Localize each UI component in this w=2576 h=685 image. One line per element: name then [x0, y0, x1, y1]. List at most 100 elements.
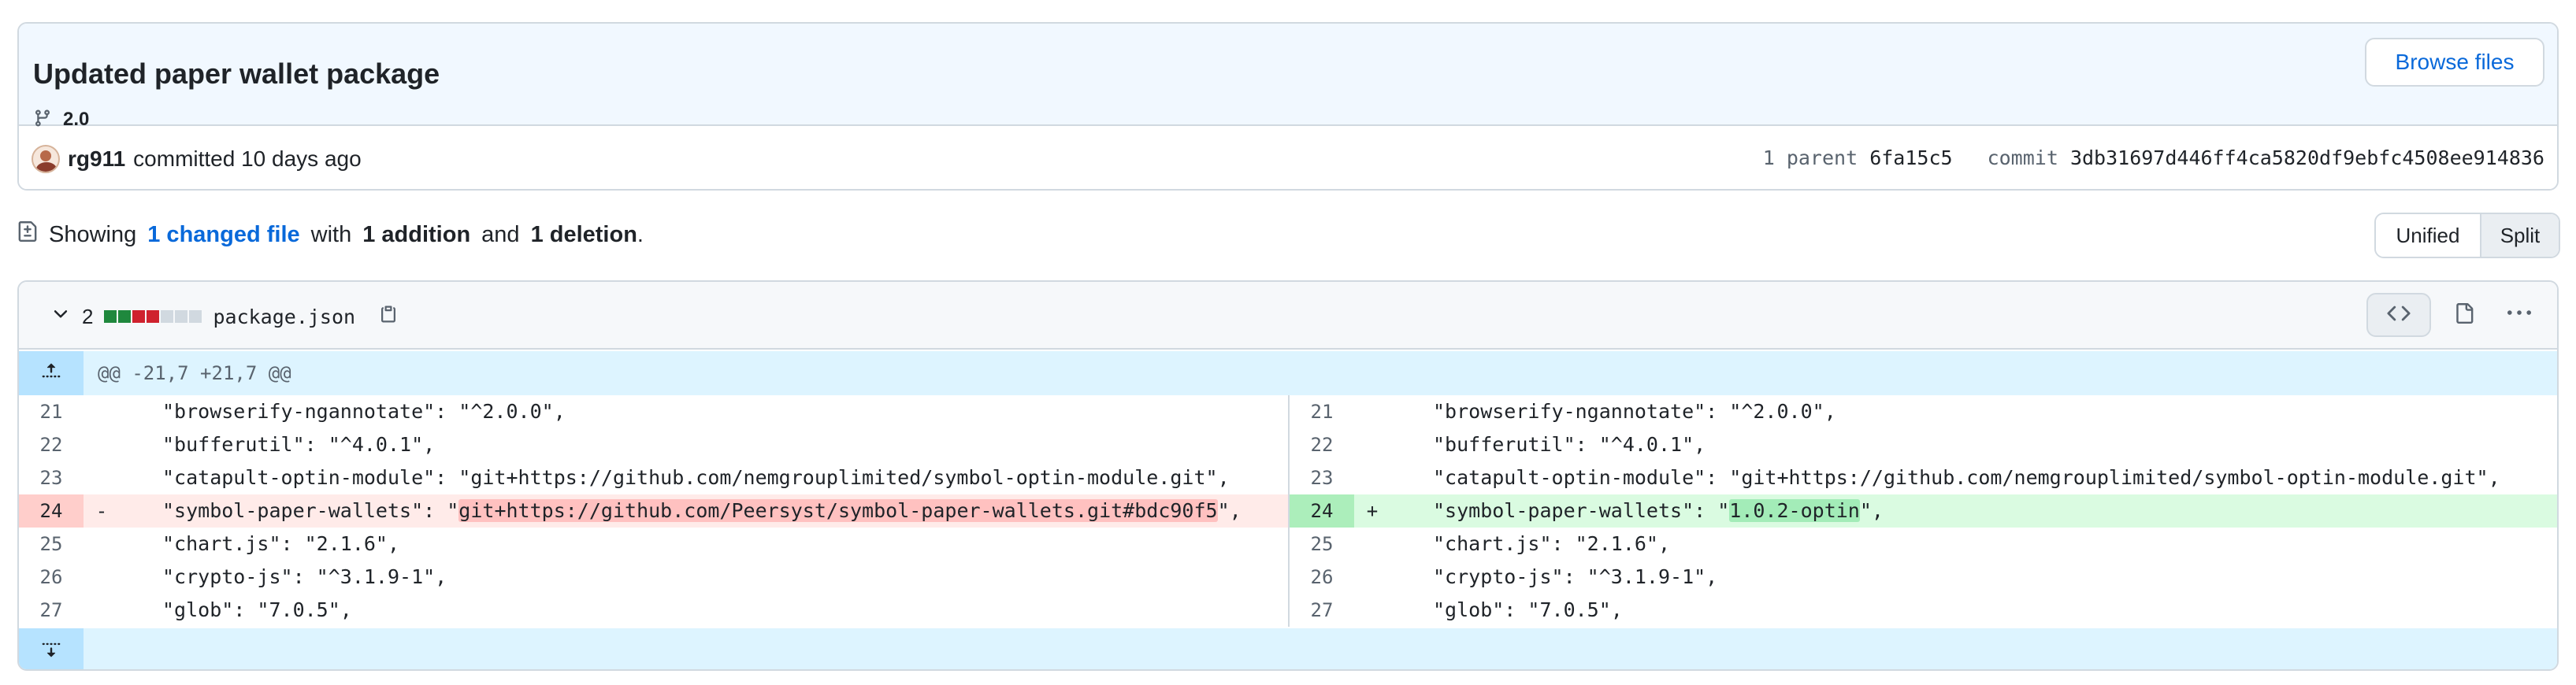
stats-showing: Showing: [49, 221, 137, 247]
browse-files-button[interactable]: Browse files: [2365, 38, 2544, 87]
fold-down-icon: [41, 639, 61, 663]
parent-info: 1 parent 6fa15c5: [1763, 146, 1953, 169]
line-number[interactable]: 22: [19, 428, 84, 461]
right-line: 27 "glob": "7.0.5",: [1288, 594, 2557, 627]
right-line: 26 "crypto-js": "^3.1.9-1",: [1288, 561, 2557, 594]
diff-row: 22 "bufferutil": "^4.0.1", 22 "bufferuti…: [19, 428, 2557, 461]
commit-sha: 3db31697d446ff4ca5820df9ebfc4508ee914836: [2069, 146, 2544, 169]
copy-icon[interactable]: [379, 304, 398, 330]
code-line: "catapult-optin-module": "git+https://gi…: [1433, 466, 2500, 489]
line-sign: [84, 461, 120, 494]
line-sign: [1354, 528, 1390, 561]
parent-sha-link[interactable]: 6fa15c5: [1869, 146, 1952, 169]
code-line: "symbol-paper-wallets": "1.0.2-optin",: [1390, 494, 1884, 528]
right-line: 23 "catapult-optin-module": "git+https:/…: [1288, 461, 2557, 494]
code-line: "chart.js": "2.1.6",: [162, 532, 400, 555]
code-line: "bufferutil": "^4.0.1",: [1433, 433, 1706, 456]
line-sign: [84, 561, 120, 594]
committed-time: committed 10 days ago: [133, 146, 362, 171]
commit-info: commit 3db31697d446ff4ca5820df9ebfc4508e…: [1988, 146, 2544, 169]
commit-label: commit: [1987, 146, 2058, 169]
stats-with: with: [310, 221, 352, 247]
hunk-header: @@ -21,7 +21,7 @@: [98, 362, 291, 384]
diffstat-block: [175, 310, 188, 323]
code-line: "bufferutil": "^4.0.1",: [162, 433, 436, 456]
diffstat-block: [161, 310, 174, 323]
diffstat-block: [104, 310, 117, 323]
line-sign: [84, 528, 120, 561]
author-link[interactable]: rg911: [68, 146, 125, 172]
line-sign: [1354, 594, 1390, 627]
code-line: "browserify-ngannotate": "^2.0.0",: [1433, 400, 1836, 423]
hunk-header-row: @@ -21,7 +21,7 @@: [19, 351, 2557, 395]
code-line: "crypto-js": "^3.1.9-1",: [1433, 565, 1718, 588]
unified-view-button[interactable]: Unified: [2376, 214, 2480, 257]
fold-up-icon: [41, 361, 61, 386]
expand-row: [19, 628, 2557, 669]
file-header: 2 package.json: [19, 282, 2557, 350]
line-number[interactable]: 23: [19, 461, 84, 494]
commit-title-bar: Updated paper wallet package 2.0 Browse …: [19, 24, 2557, 130]
commit-meta-bar: rg911 committed 10 days ago 1 parent 6fa…: [19, 128, 2557, 189]
code-text: ",: [1217, 499, 1242, 522]
commit-header: Updated paper wallet package 2.0 Browse …: [17, 22, 2559, 191]
deletions-count: 1 deletion: [530, 221, 637, 247]
diff-row-changed: 24 - "symbol-paper-wallets": "git+https:…: [19, 494, 2557, 528]
expand-up-button[interactable]: [19, 351, 84, 395]
left-line: 25 "chart.js": "2.1.6",: [19, 528, 1288, 561]
right-line: 21 "browserify-ngannotate": "^2.0.0",: [1288, 395, 2557, 428]
line-number[interactable]: 21: [1290, 395, 1354, 428]
author-row: rg911 committed 10 days ago: [32, 145, 362, 173]
file-diff: 2 package.json @@ -21,7 +21,7 @@ 21 "bro…: [17, 280, 2559, 671]
line-number[interactable]: 27: [1290, 594, 1354, 627]
code-line: "crypto-js": "^3.1.9-1",: [162, 565, 447, 588]
more-options-button[interactable]: [2497, 293, 2541, 337]
file-header-left: 2 package.json: [50, 301, 398, 332]
deletion-sign: -: [95, 500, 108, 522]
changed-files-link[interactable]: 1 changed file: [147, 222, 299, 248]
line-number[interactable]: 27: [19, 594, 84, 627]
line-number[interactable]: 25: [1290, 528, 1354, 561]
split-view-button[interactable]: Split: [2480, 214, 2559, 257]
diff-row: 25 "chart.js": "2.1.6", 25 "chart.js": "…: [19, 528, 2557, 561]
parent-label: 1 parent: [1762, 146, 1858, 169]
left-line: 22 "bufferutil": "^4.0.1",: [19, 428, 1288, 461]
line-number[interactable]: 21: [19, 395, 84, 428]
chevron-down-icon[interactable]: [50, 304, 71, 330]
line-number[interactable]: 26: [19, 561, 84, 594]
line-sign: [1354, 395, 1390, 428]
left-line: 21 "browserify-ngannotate": "^2.0.0",: [19, 395, 1288, 428]
code-line: "glob": "7.0.5",: [162, 598, 352, 621]
line-number[interactable]: 26: [1290, 561, 1354, 594]
source-view-button[interactable]: [2366, 293, 2431, 337]
right-line: 25 "chart.js": "2.1.6",: [1288, 528, 2557, 561]
diff-row: 26 "crypto-js": "^3.1.9-1", 26 "crypto-j…: [19, 561, 2557, 594]
file-name-link[interactable]: package.json: [213, 305, 355, 328]
commit-title: Updated paper wallet package: [33, 57, 440, 90]
code-text: "symbol-paper-wallets": ": [162, 499, 459, 522]
code-line: "symbol-paper-wallets": "git+https://git…: [120, 494, 1242, 528]
deleted-line: 24 - "symbol-paper-wallets": "git+https:…: [19, 494, 1288, 528]
change-count: 2: [82, 304, 94, 328]
deletions-wrap: 1 deletion.: [531, 222, 644, 248]
line-sign: [84, 594, 120, 627]
rich-view-button[interactable]: [2442, 293, 2486, 337]
diff-table: 21 "browserify-ngannotate": "^2.0.0", 21…: [19, 395, 2557, 627]
diff-view-toggle: Unified Split: [2374, 213, 2560, 258]
line-number[interactable]: 24: [1290, 494, 1354, 528]
diffstat-block: [189, 310, 202, 323]
line-number[interactable]: 24: [19, 494, 84, 528]
line-number[interactable]: 23: [1290, 461, 1354, 494]
line-number[interactable]: 25: [19, 528, 84, 561]
diffstat-block: [147, 310, 160, 323]
code-text: ",: [1859, 499, 1884, 522]
expand-down-button[interactable]: [19, 628, 84, 669]
commit-meta: 1 parent 6fa15c5 commit 3db31697d446ff4c…: [1763, 146, 2544, 169]
diff-row: 27 "glob": "7.0.5", 27 "glob": "7.0.5",: [19, 594, 2557, 627]
stats-and: and: [481, 221, 520, 247]
line-number[interactable]: 22: [1290, 428, 1354, 461]
code-line: "glob": "7.0.5",: [1433, 598, 1623, 621]
avatar[interactable]: [32, 145, 60, 173]
left-line: 26 "crypto-js": "^3.1.9-1",: [19, 561, 1288, 594]
file-diff-icon: [17, 220, 38, 250]
